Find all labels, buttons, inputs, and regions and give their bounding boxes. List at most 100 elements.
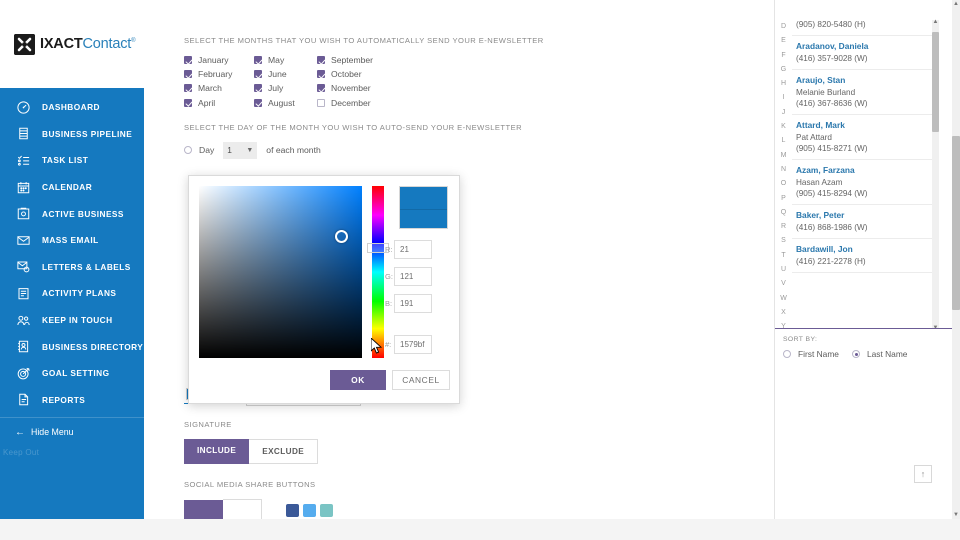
alpha-letter[interactable]: U	[781, 263, 786, 277]
radio-last-name[interactable]	[851, 350, 860, 358]
checkbox-box[interactable]	[254, 70, 262, 79]
sort-last-name-option[interactable]: Last Name	[851, 349, 907, 359]
facebook-icon[interactable]	[286, 503, 300, 517]
checkbox-box[interactable]	[184, 84, 192, 93]
alpha-letter[interactable]: H	[781, 77, 786, 91]
month-checkbox-june[interactable]: June	[254, 69, 317, 79]
month-checkbox-may[interactable]: May	[254, 55, 317, 65]
cancel-button[interactable]: CANCEL	[392, 370, 450, 390]
month-checkbox-july[interactable]: July	[254, 83, 317, 93]
month-checkbox-august[interactable]: August	[254, 98, 317, 108]
sidebar-item-goal-setting[interactable]: GOAL SETTING	[0, 360, 144, 387]
red-input[interactable]: 21	[394, 240, 432, 259]
page-scrollbar[interactable]: ▲ ▼	[952, 0, 960, 519]
alpha-letter[interactable]: D	[781, 20, 786, 34]
signature-exclude-button[interactable]: EXCLUDE	[249, 438, 319, 464]
month-checkbox-april[interactable]: April	[184, 98, 254, 108]
alpha-letter[interactable]: T	[781, 249, 785, 263]
list-item[interactable]: Azam, Farzana Hasan Azam (905) 415-8294 …	[792, 160, 932, 205]
alpha-letter[interactable]: S	[781, 234, 786, 248]
social-exclude-button[interactable]	[222, 498, 263, 519]
alpha-letter[interactable]: M	[781, 149, 787, 163]
sidebar-item-reports[interactable]: REPORTS	[0, 387, 144, 414]
sv-cursor-handle[interactable]	[335, 230, 348, 243]
alpha-letter[interactable]: I	[783, 91, 785, 105]
alpha-letter[interactable]: W	[780, 292, 787, 306]
list-item[interactable]: Baker, Peter (416) 868-1986 (W)	[792, 205, 932, 239]
checkbox-box[interactable]	[317, 98, 325, 107]
scroll-to-top-button[interactable]: ↑	[914, 465, 932, 483]
month-checkbox-september[interactable]: September	[317, 55, 397, 65]
list-item[interactable]: Attard, Mark Pat Attard (905) 415-8271 (…	[792, 115, 932, 160]
list-item[interactable]: Aradanov, Daniela (416) 357-9028 (W)	[792, 36, 932, 70]
hue-slider[interactable]	[372, 186, 384, 358]
sidebar-item-task-list[interactable]: TASK LIST	[0, 147, 144, 174]
social-include-button[interactable]	[184, 499, 223, 519]
list-item[interactable]: Bardawill, Jon (416) 221-2278 (H)	[792, 239, 932, 273]
alpha-letter[interactable]: V	[781, 277, 786, 291]
contact-name[interactable]: Baker, Peter	[796, 210, 932, 220]
checkbox-box[interactable]	[254, 84, 262, 93]
month-checkbox-october[interactable]: October	[317, 69, 397, 79]
checkbox-box[interactable]	[254, 98, 262, 107]
contacts-scrollbar[interactable]: ▲ ▼	[932, 19, 939, 331]
month-checkbox-march[interactable]: March	[184, 83, 254, 93]
alpha-letter[interactable]: G	[781, 63, 786, 77]
brand-logo[interactable]: IXACTContact®	[0, 0, 144, 88]
alpha-letter[interactable]: X	[781, 306, 786, 320]
contact-name[interactable]: Azam, Farzana	[796, 165, 932, 175]
radio-first-name[interactable]	[783, 350, 791, 358]
list-item[interactable]: (905) 820-5480 (H)	[792, 20, 932, 36]
contact-name[interactable]: Aradanov, Daniela	[796, 41, 932, 51]
sidebar-item-business-directory[interactable]: BUSINESS DIRECTORY	[0, 333, 144, 360]
page-scroll-down-icon[interactable]: ▼	[952, 512, 960, 518]
contact-name[interactable]: Attard, Mark	[796, 120, 932, 130]
checkbox-box[interactable]	[184, 70, 192, 79]
page-scroll-thumb[interactable]	[952, 136, 960, 310]
checkbox-box[interactable]	[317, 56, 325, 64]
sidebar-item-keep-in-touch[interactable]: KEEP IN TOUCH	[0, 307, 144, 334]
blue-input[interactable]: 191	[394, 294, 432, 313]
checkbox-box[interactable]	[184, 56, 192, 64]
alpha-letter[interactable]: Q	[781, 206, 786, 220]
month-checkbox-january[interactable]: January	[184, 55, 254, 65]
sidebar-item-business-pipeline[interactable]: BUSINESS PIPELINE	[0, 121, 144, 148]
alpha-letter[interactable]: L	[782, 134, 786, 148]
alpha-letter[interactable]: J	[782, 106, 786, 120]
ok-button[interactable]: OK	[330, 370, 386, 390]
contact-name[interactable]: Bardawill, Jon	[796, 244, 932, 254]
checkbox-box[interactable]	[254, 56, 262, 64]
alpha-letter[interactable]: N	[781, 163, 786, 177]
checkbox-box[interactable]	[184, 98, 192, 107]
hide-menu-button[interactable]: ← Hide Menu	[0, 421, 144, 443]
green-input[interactable]: 121	[394, 267, 432, 286]
twitter-icon[interactable]	[303, 503, 317, 517]
sidebar-item-dashboard[interactable]: DASHBOARD	[0, 94, 144, 121]
sidebar-item-mass-email[interactable]: MASS EMAIL	[0, 227, 144, 254]
hex-input[interactable]: 1579bf	[394, 335, 432, 354]
checkbox-box[interactable]	[317, 84, 325, 93]
sidebar-item-activity-plans[interactable]: ACTIVITY PLANS	[0, 280, 144, 307]
month-checkbox-february[interactable]: February	[184, 69, 254, 79]
checkbox-box[interactable]	[317, 70, 325, 79]
sort-first-name-option[interactable]: First Name	[783, 349, 839, 359]
sidebar-item-calendar[interactable]: CALENDAR	[0, 174, 144, 201]
day-radio[interactable]	[184, 146, 192, 155]
sidebar-item-active-business[interactable]: ACTIVE BUSINESS	[0, 200, 144, 227]
alpha-letter[interactable]: R	[781, 220, 786, 234]
alpha-letter[interactable]: E	[781, 34, 786, 48]
sidebar-item-letters-labels[interactable]: LETTERS & LABELS	[0, 254, 144, 281]
alpha-letter[interactable]: K	[781, 120, 786, 134]
contacts-list[interactable]: (905) 820-5480 (H) Aradanov, Daniela (41…	[792, 20, 932, 330]
alpha-letter[interactable]: P	[781, 192, 786, 206]
alpha-letter[interactable]: F	[781, 49, 785, 63]
day-dropdown[interactable]: 1 ▼	[223, 141, 258, 159]
month-checkbox-december[interactable]: December	[317, 98, 397, 108]
scroll-up-icon[interactable]: ▲	[932, 19, 939, 25]
saturation-value-area[interactable]	[199, 186, 362, 358]
list-item[interactable]: Araujo, Stan Melanie Burland (416) 367-8…	[792, 70, 932, 115]
contact-name[interactable]: Araujo, Stan	[796, 75, 932, 85]
signature-include-button[interactable]: INCLUDE	[184, 438, 250, 464]
share-icon[interactable]	[320, 503, 334, 517]
month-checkbox-november[interactable]: November	[317, 83, 397, 93]
